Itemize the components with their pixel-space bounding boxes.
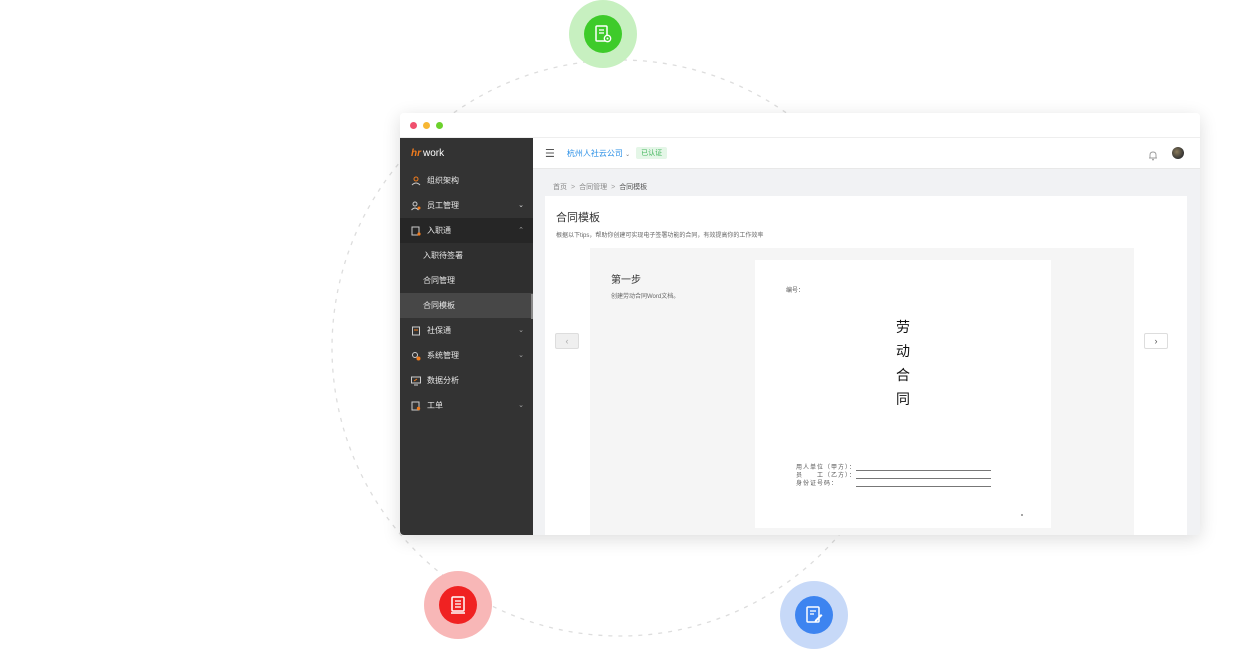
chevron-down-icon: ⌄ (518, 202, 524, 209)
chevron-down-icon: ⌄ (518, 402, 524, 409)
sidebar-item-label: 系统管理 (427, 351, 459, 360)
carousel-next-button[interactable]: › (1144, 333, 1168, 349)
breadcrumb-separator: > (611, 184, 616, 191)
page-description: 根据以下tips，帮助你创建可实现电子签署功能的合同，有效提高你的工作效率 (556, 233, 764, 239)
chevron-down-icon: ⌄ (518, 352, 524, 359)
contract-title-char: 劳 (896, 320, 910, 336)
sidebar-item-data-analysis[interactable]: 数据分析 (400, 368, 533, 393)
sign-feature-badge (780, 581, 848, 649)
field-line (856, 474, 991, 479)
sidebar-item-label: 工单 (427, 401, 443, 410)
step-description: 创建劳动合同Word文档。 (611, 294, 680, 300)
sidebar-subitem-label: 合同模板 (423, 301, 455, 310)
top-bar: ☰ 杭州人社云公司 ⌄ 已认证 (533, 138, 1200, 169)
maximize-window-dot[interactable] (436, 121, 443, 129)
sidebar-item-label: 数据分析 (427, 376, 459, 385)
document-edit-icon (795, 596, 833, 634)
sidebar-item-work-order[interactable]: 工单 ⌄ (400, 393, 533, 418)
system-settings-icon (411, 351, 421, 361)
breadcrumb-current: 合同模板 (619, 184, 648, 191)
document-list-icon (439, 586, 477, 624)
contract-number-label: 编号： (786, 287, 805, 294)
sidebar-subitem-contract-management[interactable]: 合同管理 (400, 268, 533, 293)
sidebar-subitem-label: 合同管理 (423, 276, 455, 285)
page-marker (1021, 514, 1023, 516)
field-line (856, 482, 991, 487)
logo-work: work (423, 147, 445, 159)
chevron-up-icon: ⌃ (518, 227, 524, 234)
field-line (856, 466, 991, 471)
document-settings-icon (584, 15, 622, 53)
close-window-dot[interactable] (410, 121, 417, 129)
chevron-down-icon: ⌄ (625, 151, 631, 158)
sidebar-subitem-label: 入职待签署 (423, 251, 463, 260)
company-name: 杭州人社云公司 (566, 148, 623, 158)
contract-title-char: 合 (896, 368, 910, 384)
app-logo[interactable]: hr work (400, 138, 533, 168)
window-titlebar (400, 113, 1200, 138)
guide-carousel: 第一步 创建劳动合同Word文档。 编号： 劳 动 合 同 用人单位（甲方）： (590, 248, 1134, 535)
contract-preview: 编号： 劳 动 合 同 用人单位（甲方）： 员 工（乙方）： 身份证号码： (755, 260, 1051, 528)
employee-icon (411, 201, 421, 211)
sidebar-subitem-pending-sign[interactable]: 入职待签署 (400, 243, 533, 268)
breadcrumb-separator: > (571, 184, 576, 191)
sidebar: hr work 组织架构 员工管理 ⌄ 入职通 ⌃ 入职待签署 合同管理 合同模… (400, 138, 533, 535)
content-card: 合同模板 根据以下tips，帮助你创建可实现电子签署功能的合同，有效提高你的工作… (545, 196, 1187, 535)
step-title: 第一步 (611, 275, 641, 286)
contract-field-id-number: 身份证号码： (796, 479, 991, 487)
page-title: 合同模板 (556, 212, 600, 224)
breadcrumb-home[interactable]: 首页 (553, 184, 567, 191)
logo-hr: hr (411, 147, 421, 159)
bell-icon[interactable] (1148, 148, 1158, 166)
carousel-prev-button[interactable]: ‹ (555, 333, 579, 349)
sidebar-item-label: 入职通 (427, 226, 451, 235)
document-feature-badge (424, 571, 492, 639)
sidebar-item-label: 组织架构 (427, 176, 459, 185)
app-window: hr work 组织架构 员工管理 ⌄ 入职通 ⌃ 入职待签署 合同管理 合同模… (400, 113, 1200, 535)
data-analysis-icon (411, 376, 421, 386)
breadcrumb-parent[interactable]: 合同管理 (579, 184, 607, 191)
menu-toggle-icon[interactable]: ☰ (545, 147, 555, 160)
work-order-icon (411, 401, 421, 411)
minimize-window-dot[interactable] (423, 121, 430, 129)
sidebar-item-label: 员工管理 (427, 201, 459, 210)
field-label: 身份证号码： (796, 480, 839, 487)
contract-title-char: 同 (896, 392, 910, 408)
chevron-down-icon: ⌄ (518, 327, 524, 334)
avatar[interactable] (1172, 147, 1184, 159)
contract-feature-badge (569, 0, 637, 68)
sidebar-item-social-insurance[interactable]: 社保通 ⌄ (400, 318, 533, 343)
contract-fields: 用人单位（甲方）： 员 工（乙方）： 身份证号码： (796, 463, 991, 487)
onboarding-icon (411, 226, 421, 236)
sidebar-item-onboarding[interactable]: 入职通 ⌃ (400, 218, 533, 243)
org-chart-icon (411, 176, 421, 186)
contract-title-char: 动 (896, 344, 910, 360)
breadcrumb: 首页 > 合同管理 > 合同模板 (553, 182, 647, 192)
sidebar-item-org[interactable]: 组织架构 (400, 168, 533, 193)
contract-title: 劳 动 合 同 (892, 316, 914, 412)
social-insurance-icon (411, 326, 421, 336)
sidebar-item-employees[interactable]: 员工管理 ⌄ (400, 193, 533, 218)
sidebar-item-label: 社保通 (427, 326, 451, 335)
company-selector[interactable]: 杭州人社云公司 ⌄ (567, 148, 630, 159)
verified-badge: 已认证 (636, 147, 668, 159)
main-content: ☰ 杭州人社云公司 ⌄ 已认证 首页 > 合同管理 > 合同模板 合同模板 根据以下ti… (533, 138, 1200, 535)
sidebar-item-system[interactable]: 系统管理 ⌄ (400, 343, 533, 368)
sidebar-subitem-contract-template[interactable]: 合同模板 (400, 293, 533, 318)
